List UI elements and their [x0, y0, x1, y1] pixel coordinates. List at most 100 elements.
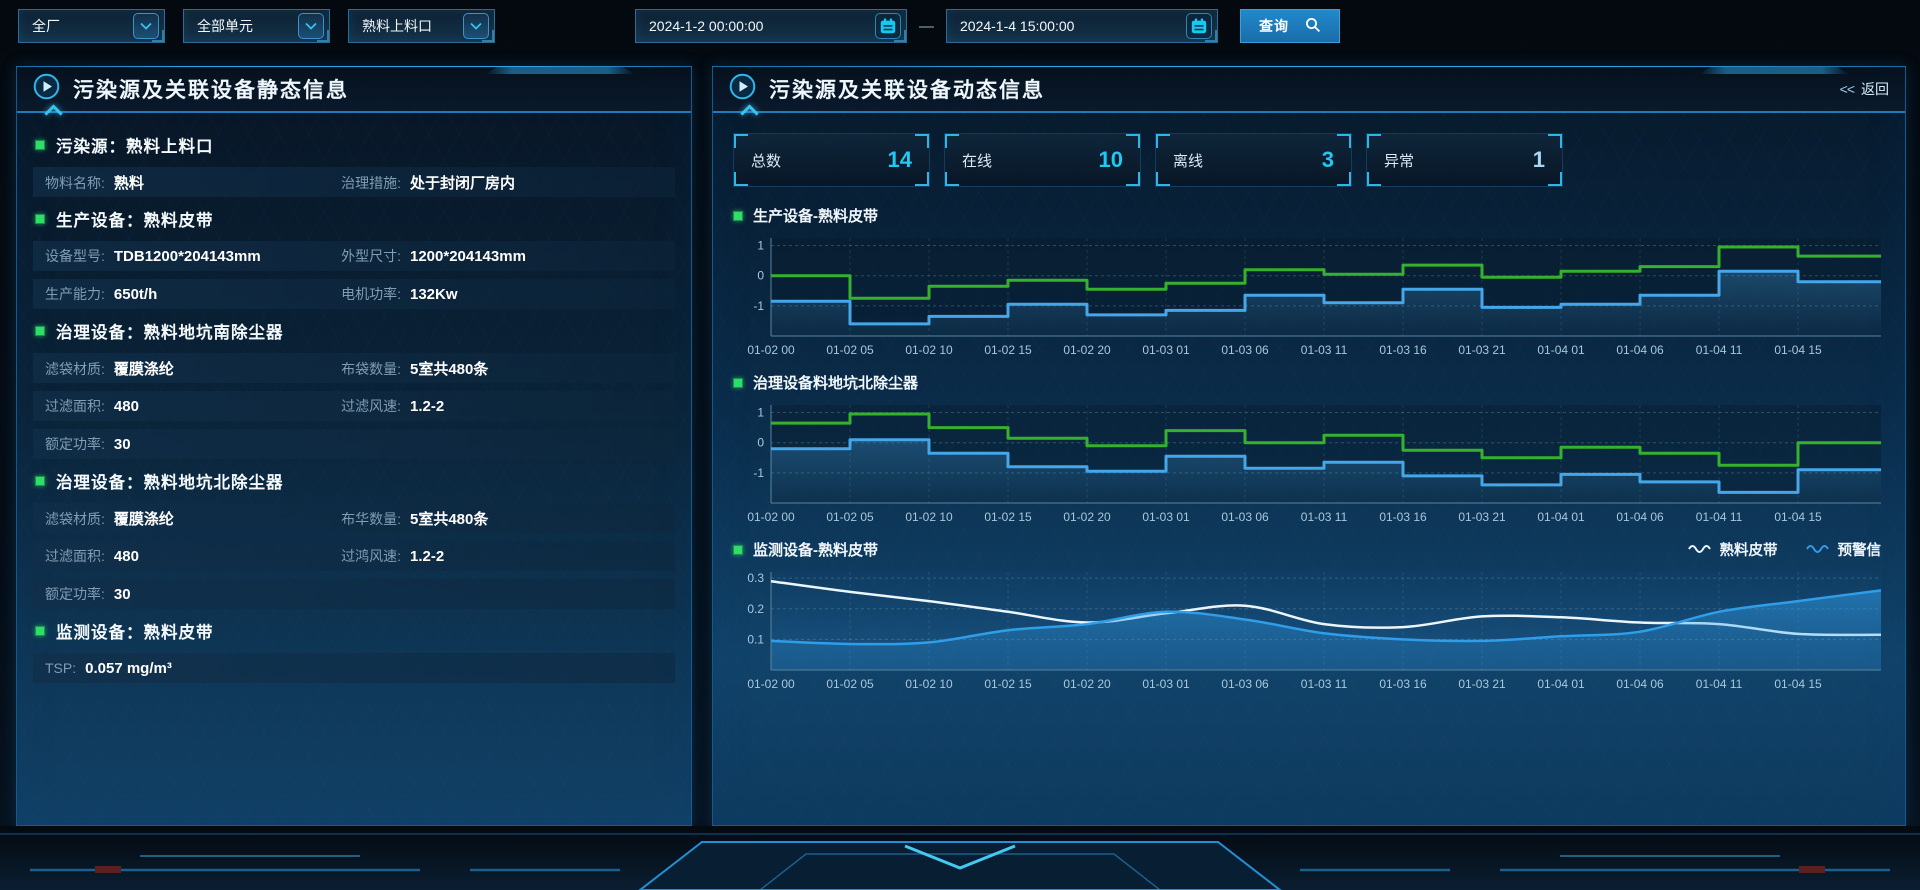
- svg-text:01-04 11: 01-04 11: [1696, 510, 1743, 524]
- svg-text:0.1: 0.1: [747, 632, 764, 646]
- dynamic-info-panel: 污染源及关联设备动态信息 << 返回 总数 14 在线 10: [712, 66, 1906, 826]
- field-value: 1200*204143mm: [410, 248, 526, 265]
- info-row: 滤袋材质:覆膜涤纶 布华数量:5室共480条: [33, 503, 675, 533]
- green-square-icon: [733, 378, 743, 388]
- svg-text:-1: -1: [753, 466, 764, 480]
- info-row: 过滤面积:480 过滤风速:1.2-2: [33, 391, 675, 421]
- svg-text:01-02 10: 01-02 10: [905, 677, 953, 691]
- info-row: 过滤面积:480 过鸿风速:1.2-2: [33, 541, 675, 571]
- field-value: 132Kw: [410, 286, 458, 303]
- svg-text:0: 0: [757, 269, 764, 283]
- section-header-label: 治理设备：熟料地坑北除尘器: [56, 469, 284, 493]
- chevron-down-icon[interactable]: [463, 13, 489, 39]
- section-header-treatment-equipment-south: 治理设备：熟料地坑南除尘器: [35, 319, 675, 343]
- chart-title: 生产设备-熟料皮带: [753, 205, 878, 226]
- field-value: 1.2-2: [410, 398, 444, 415]
- field-label: 外型尺寸:: [341, 246, 401, 266]
- field-label: 治理措施:: [341, 173, 401, 193]
- info-row: 生产能力:650t/h 电机功率:132Kw: [33, 279, 675, 309]
- legend-label: 熟料皮带: [1720, 539, 1778, 560]
- field-label: 过滤风速:: [341, 396, 401, 416]
- chart-title: 治理设备料地坑北除尘器: [753, 372, 918, 393]
- field-value: 480: [114, 398, 139, 415]
- legend-item: 预警信: [1806, 539, 1882, 560]
- section-header-treatment-equipment-north: 治理设备：熟料地坑北除尘器: [35, 469, 675, 493]
- svg-text:01-04 06: 01-04 06: [1616, 510, 1664, 524]
- field-label: 过滤面积:: [45, 546, 105, 566]
- section-header-label: 生产设备：熟料皮带: [56, 207, 214, 231]
- squiggle-line-icon: [1688, 542, 1712, 558]
- static-info-panel: 污染源及关联设备静态信息 污染源：熟料上料口 物料名称:熟料 治理措施:处于封闭…: [16, 66, 692, 826]
- green-square-icon: [35, 140, 45, 150]
- play-icon: [33, 73, 60, 105]
- stat-value: 14: [888, 147, 912, 173]
- info-row: 滤袋材质:覆膜涤纶 布袋数量:5室共480条: [33, 353, 675, 383]
- field-value: 0.057 mg/m³: [85, 660, 172, 677]
- svg-text:01-04 15: 01-04 15: [1774, 510, 1822, 524]
- field-label: 过鸿风速:: [341, 546, 401, 566]
- static-panel-title: 污染源及关联设备静态信息: [73, 74, 349, 104]
- field-value: 处于封闭厂房内: [410, 172, 515, 193]
- svg-text:1: 1: [757, 406, 764, 420]
- svg-text:01-03 21: 01-03 21: [1458, 343, 1506, 357]
- svg-text:01-02 00: 01-02 00: [747, 677, 795, 691]
- end-datetime-input[interactable]: 2024-1-4 15:00:00: [946, 9, 1218, 43]
- field-value: 30: [114, 436, 131, 453]
- svg-text:01-03 11: 01-03 11: [1301, 677, 1348, 691]
- svg-text:01-04 01: 01-04 01: [1537, 510, 1585, 524]
- calendar-icon[interactable]: [1186, 13, 1212, 39]
- dynamic-panel-body: 总数 14 在线 10 离线 3 异常 1: [713, 113, 1905, 696]
- end-datetime-value: 2024-1-4 15:00:00: [960, 18, 1074, 34]
- stat-online: 在线 10: [944, 133, 1141, 187]
- back-button[interactable]: << 返回: [1840, 79, 1889, 99]
- section-header-monitoring-equipment: 监测设备：熟料皮带: [35, 619, 675, 643]
- field-value: 5室共480条: [410, 508, 488, 529]
- svg-text:01-02 15: 01-02 15: [984, 510, 1032, 524]
- start-datetime-input[interactable]: 2024-1-2 00:00:00: [635, 9, 907, 43]
- field-value: 650t/h: [114, 286, 157, 303]
- stat-label: 总数: [751, 150, 781, 171]
- chart-block-production: 生产设备-熟料皮带 10-101-02 0001-02 0501-02 1001…: [733, 205, 1885, 362]
- chart-block-monitoring: 监测设备-熟料皮带 熟料皮带: [733, 539, 1885, 696]
- svg-text:01-04 11: 01-04 11: [1696, 343, 1743, 357]
- svg-text:01-03 16: 01-03 16: [1379, 510, 1427, 524]
- stat-offline: 离线 3: [1155, 133, 1352, 187]
- svg-text:-1: -1: [753, 299, 764, 313]
- svg-text:01-02 00: 01-02 00: [747, 510, 795, 524]
- monitoring-tsp-chart: 0.30.20.101-02 0001-02 0501-02 1001-02 1…: [733, 564, 1885, 696]
- field-value: 覆膜涤纶: [114, 508, 174, 529]
- chevron-down-icon[interactable]: [298, 13, 324, 39]
- chart-legend: 熟料皮带 预警信: [1688, 539, 1886, 560]
- pollution-source-select-value: 熟料上料口: [362, 16, 432, 36]
- search-button[interactable]: 查询: [1240, 9, 1340, 43]
- chevron-down-icon[interactable]: [133, 13, 159, 39]
- search-button-label: 查询: [1259, 16, 1289, 36]
- svg-text:01-04 06: 01-04 06: [1616, 343, 1664, 357]
- svg-text:01-04 11: 01-04 11: [1696, 677, 1743, 691]
- svg-text:01-02 00: 01-02 00: [747, 343, 795, 357]
- field-label: 额定功率:: [45, 584, 105, 604]
- section-header-production-equipment: 生产设备：熟料皮带: [35, 207, 675, 231]
- calendar-icon[interactable]: [875, 13, 901, 39]
- field-value: 1.2-2: [410, 548, 444, 565]
- field-value: 5室共480条: [410, 358, 488, 379]
- info-row: 额定功率:30: [33, 429, 675, 459]
- plant-select[interactable]: 全厂: [18, 9, 165, 43]
- chart-title-row: 生产设备-熟料皮带: [733, 205, 1885, 226]
- svg-text:01-03 06: 01-03 06: [1221, 677, 1269, 691]
- green-square-icon: [35, 476, 45, 486]
- svg-text:01-02 20: 01-02 20: [1063, 510, 1111, 524]
- svg-text:01-04 01: 01-04 01: [1537, 343, 1585, 357]
- start-datetime-value: 2024-1-2 00:00:00: [649, 18, 763, 34]
- pollution-source-select[interactable]: 熟料上料口: [348, 9, 495, 43]
- static-panel-body: 污染源：熟料上料口 物料名称:熟料 治理措施:处于封闭厂房内 生产设备：熟料皮带…: [17, 113, 691, 701]
- chart-title: 监测设备-熟料皮带: [753, 539, 878, 560]
- chart-block-treatment: 治理设备料地坑北除尘器 10-101-02 0001-02 0501-02 10…: [733, 372, 1885, 529]
- green-square-icon: [35, 326, 45, 336]
- section-header-label: 污染源：熟料上料口: [56, 133, 214, 157]
- info-row: 额定功率:30: [33, 579, 675, 609]
- field-label: TSP:: [45, 660, 76, 676]
- svg-text:0: 0: [757, 436, 764, 450]
- svg-text:01-04 06: 01-04 06: [1616, 677, 1664, 691]
- unit-select[interactable]: 全部单元: [183, 9, 330, 43]
